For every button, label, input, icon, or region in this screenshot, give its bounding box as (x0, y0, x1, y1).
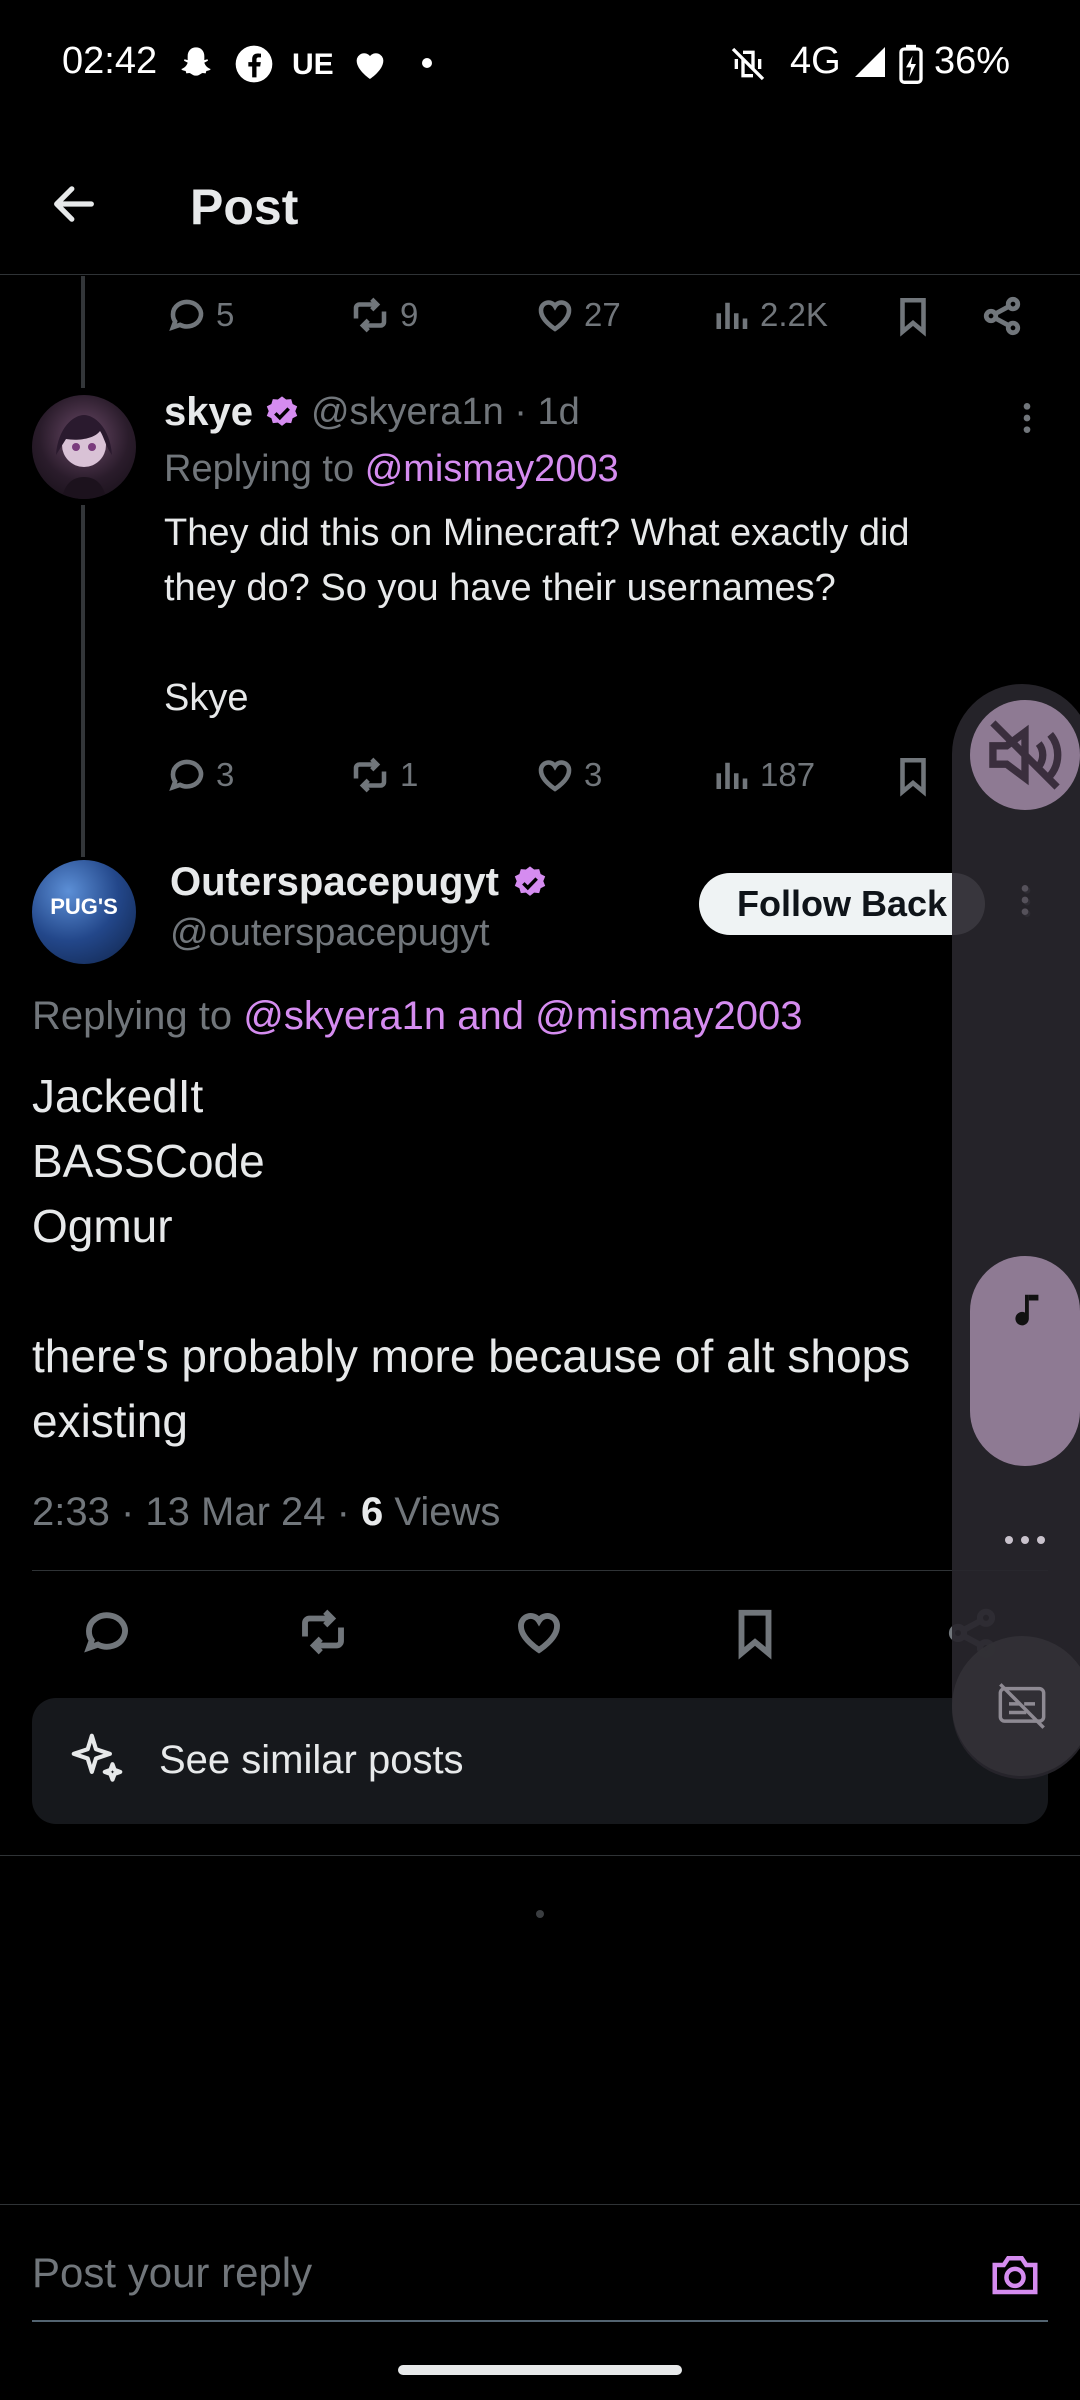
status-bar: 02:42 UE 4G 36% (0, 0, 1080, 130)
like-icon[interactable] (512, 1605, 566, 1659)
more-options-icon[interactable] (1010, 398, 1044, 438)
like-action[interactable]: 27 (534, 294, 621, 336)
battery-level: 36% (934, 40, 1011, 82)
avatar[interactable]: PUG'S (32, 860, 136, 964)
reply-icon[interactable] (80, 1605, 134, 1659)
mute-toggle-button[interactable] (970, 700, 1080, 810)
main-post-header: Outerspacepugyt (170, 860, 549, 905)
similar-label: See similar posts (159, 1738, 464, 1782)
replying-to: Replying to @skyera1n and @mismay2003 (32, 994, 803, 1038)
reply-composer: Post your reply (0, 2204, 1080, 2324)
timestamp: 2:33 · 13 Mar 24 · (32, 1490, 362, 1534)
media-control-panel (952, 684, 1080, 1779)
mention-link[interactable]: @skyera1n and @mismay2003 (243, 994, 802, 1038)
reply-post-actions: 3 1 3 187 (0, 750, 1080, 806)
repost-icon[interactable] (294, 1605, 352, 1659)
repost-action[interactable]: 1 (348, 754, 418, 796)
reply-post-text: They did this on Minecraft? What exactly… (164, 512, 910, 719)
more-notifications-dot (422, 58, 432, 68)
facebook-icon (234, 44, 274, 84)
divider (0, 1855, 1080, 1856)
battery-icon (898, 44, 924, 84)
reply-action[interactable]: 5 (166, 294, 234, 336)
music-note-icon (1002, 1286, 1048, 1338)
divider (32, 1570, 1048, 1571)
share-icon[interactable] (980, 294, 1024, 338)
reply-action[interactable]: 3 (166, 754, 234, 796)
mention-link[interactable]: @mismay2003 (365, 448, 619, 490)
like-count: 27 (584, 296, 621, 333)
top-app-bar: Post (0, 130, 1080, 275)
handle-and-time: @skyera1n · 1d (310, 391, 580, 433)
avatar[interactable] (32, 395, 136, 499)
bookmark-icon[interactable] (728, 1605, 782, 1661)
ue-icon: UE (292, 48, 334, 81)
reply-input[interactable]: Post your reply (32, 2249, 312, 2297)
network-type: 4G (790, 40, 841, 82)
panel-menu-icon[interactable] (1010, 880, 1040, 920)
display-name[interactable]: skye (164, 390, 253, 435)
repost-action[interactable]: 9 (348, 294, 418, 336)
bookmark-icon[interactable] (892, 754, 934, 798)
main-post-text: JackedIt BASSCode Ogmur there's probably… (32, 1070, 911, 1447)
views-action[interactable]: 187 (710, 754, 815, 796)
verified-badge-icon (511, 864, 549, 902)
loading-dot (536, 1910, 544, 1918)
reply-count: 3 (216, 756, 235, 793)
snapchat-icon (176, 44, 216, 84)
sparkle-icon (66, 1728, 128, 1790)
views-count: 187 (760, 756, 816, 793)
captions-toggle-button[interactable] (952, 1636, 1080, 1776)
display-name[interactable]: Outerspacepugyt (170, 860, 499, 905)
handle: @outerspacepugyt (170, 912, 490, 954)
vibrate-off-icon (728, 44, 768, 84)
panel-more-icon[interactable] (1000, 1528, 1050, 1552)
signal-icon (852, 44, 888, 80)
views-action[interactable]: 2.2K (710, 294, 828, 336)
camera-icon[interactable] (988, 2249, 1042, 2299)
follow-back-button[interactable]: Follow Back (699, 873, 985, 935)
status-time: 02:42 (62, 40, 158, 82)
verified-badge-icon (263, 394, 301, 432)
views-label[interactable]: Views (394, 1490, 500, 1534)
page-title: Post (190, 179, 299, 235)
repost-count: 9 (400, 296, 419, 333)
reply-post-header: skye @skyera1n · 1d (164, 390, 580, 435)
heart-notification-icon (350, 44, 390, 84)
views-count: 2.2K (760, 296, 828, 333)
captions-off-icon (996, 1682, 1048, 1730)
post-meta: 2:33 · 13 Mar 24 · 6 Views (32, 1490, 500, 1535)
bookmark-icon[interactable] (892, 294, 934, 338)
main-post-actions (0, 1605, 1080, 1665)
home-indicator[interactable] (398, 2365, 682, 2375)
like-count: 3 (584, 756, 603, 793)
back-arrow-icon[interactable] (48, 178, 100, 230)
replying-to: Replying to @mismay2003 (164, 448, 619, 490)
repost-count: 1 (400, 756, 419, 793)
composer-underline (32, 2320, 1048, 2322)
parent-post-actions: 5 9 27 2.2K (0, 290, 1080, 346)
reply-count: 5 (216, 296, 235, 333)
like-action[interactable]: 3 (534, 754, 602, 796)
music-button[interactable] (970, 1256, 1080, 1466)
views-number: 6 (361, 1490, 384, 1534)
see-similar-posts-button[interactable]: See similar posts (32, 1698, 1048, 1824)
